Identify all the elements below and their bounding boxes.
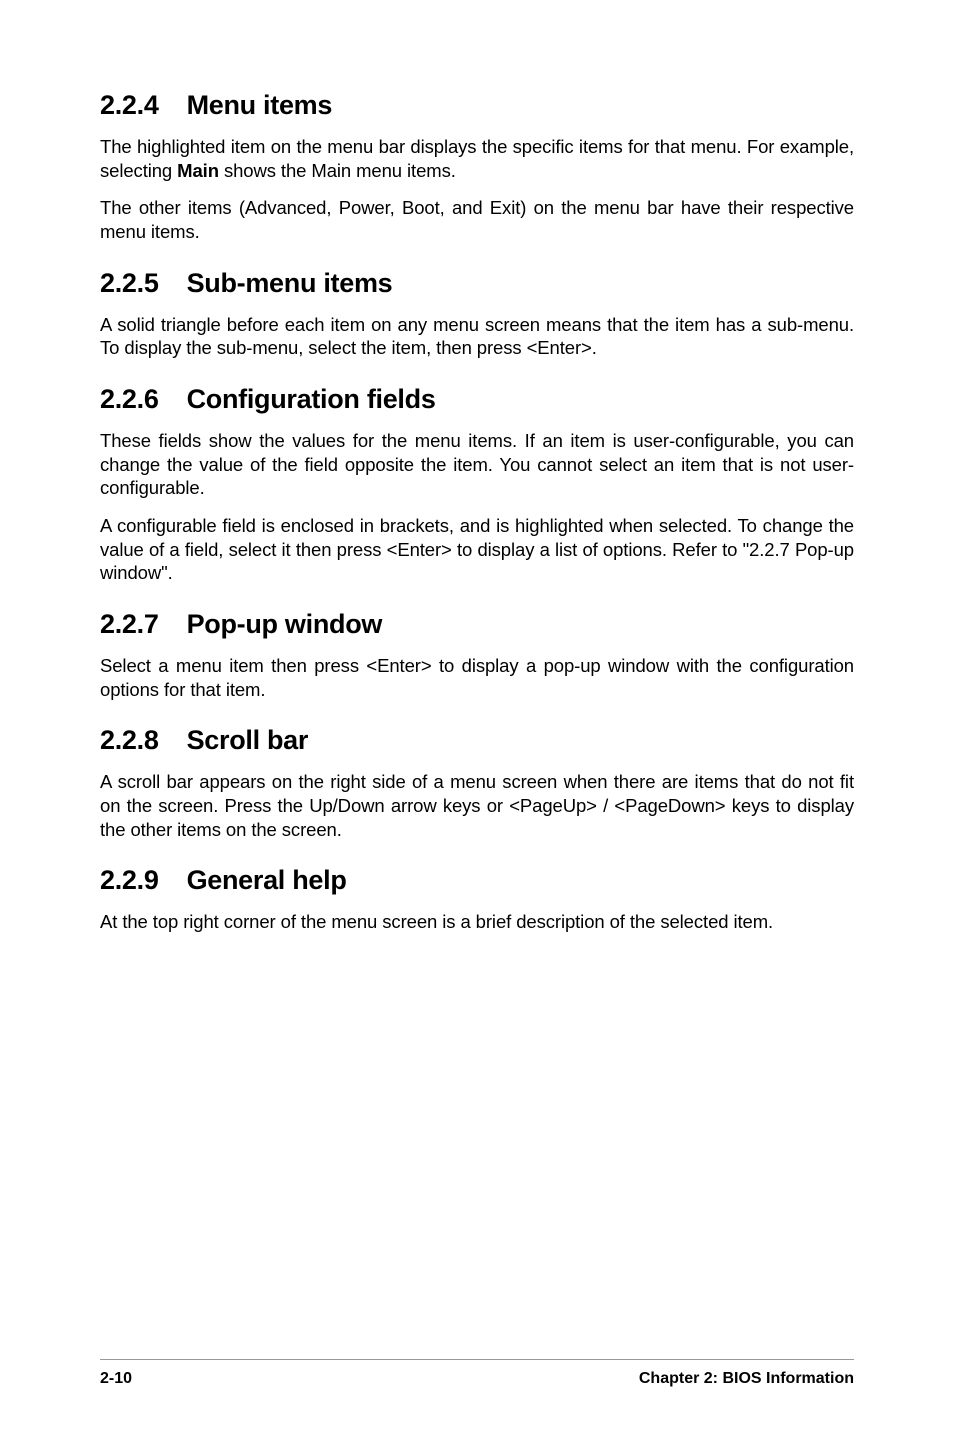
heading-229: 2.2.9 General help (100, 865, 854, 896)
paragraph: The highlighted item on the menu bar dis… (100, 135, 854, 182)
section-number: 2.2.9 (100, 865, 159, 896)
page-footer: 2-10 Chapter 2: BIOS Information (100, 1370, 854, 1388)
footer-container: 2-10 Chapter 2: BIOS Information (100, 1359, 854, 1388)
heading-226: 2.2.6 Configuration fields (100, 384, 854, 415)
section-number: 2.2.8 (100, 725, 159, 756)
text-run: shows the Main menu items. (219, 160, 456, 181)
paragraph: At the top right corner of the menu scre… (100, 910, 854, 934)
paragraph: A solid triangle before each item on any… (100, 313, 854, 360)
heading-227: 2.2.7 Pop-up window (100, 609, 854, 640)
page-content: 2.2.4 Menu items The highlighted item on … (100, 80, 854, 1359)
section-title: Sub-menu items (187, 268, 393, 298)
section-number: 2.2.7 (100, 609, 159, 640)
paragraph: These fields show the values for the men… (100, 429, 854, 500)
page-number: 2-10 (100, 1370, 132, 1388)
section-title: Menu items (187, 90, 333, 120)
section-title: General help (187, 865, 347, 895)
heading-228: 2.2.8 Scroll bar (100, 725, 854, 756)
section-title: Configuration fields (187, 384, 436, 414)
section-number: 2.2.5 (100, 268, 159, 299)
text-bold: Main (177, 160, 219, 181)
section-title: Scroll bar (187, 725, 309, 755)
heading-224: 2.2.4 Menu items (100, 90, 854, 121)
paragraph: A configurable field is enclosed in brac… (100, 514, 854, 585)
section-title: Pop-up window (187, 609, 383, 639)
paragraph: The other items (Advanced, Power, Boot, … (100, 196, 854, 243)
paragraph: A scroll bar appears on the right side o… (100, 770, 854, 841)
footer-divider (100, 1359, 854, 1360)
paragraph: Select a menu item then press <Enter> to… (100, 654, 854, 701)
section-number: 2.2.6 (100, 384, 159, 415)
chapter-label: Chapter 2: BIOS Information (639, 1370, 854, 1388)
heading-225: 2.2.5 Sub-menu items (100, 268, 854, 299)
section-number: 2.2.4 (100, 90, 159, 121)
